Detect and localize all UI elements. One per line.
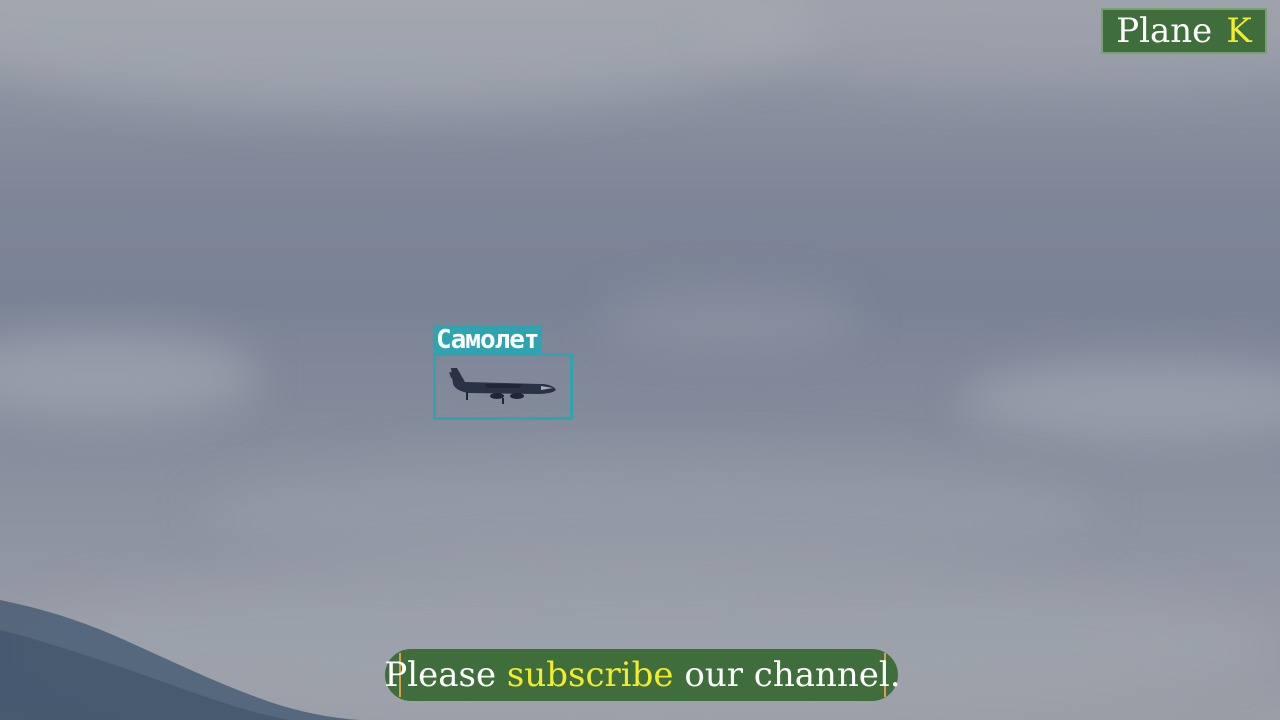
- cloud: [200, 450, 1100, 570]
- banner-text-after: our channel.: [684, 655, 901, 695]
- banner-text-highlight: subscribe: [506, 655, 674, 695]
- banner-text-before: Please: [384, 655, 497, 695]
- airplane-icon: [449, 368, 556, 404]
- banner-text: Please subscribe our channel.: [384, 653, 901, 697]
- channel-watermark: Plane K: [1101, 8, 1267, 54]
- mountain-silhouette: [0, 600, 360, 720]
- sky-scene: [0, 0, 1280, 720]
- cloud: [0, 330, 260, 420]
- cloud: [0, 0, 820, 110]
- cloud: [960, 360, 1280, 440]
- subscribe-banner: Please subscribe our channel.: [384, 649, 901, 701]
- cloud: [600, 290, 860, 350]
- detection-label: Самолет: [433, 326, 542, 354]
- watermark-letter: K: [1226, 11, 1252, 51]
- watermark-word: Plane: [1116, 11, 1213, 51]
